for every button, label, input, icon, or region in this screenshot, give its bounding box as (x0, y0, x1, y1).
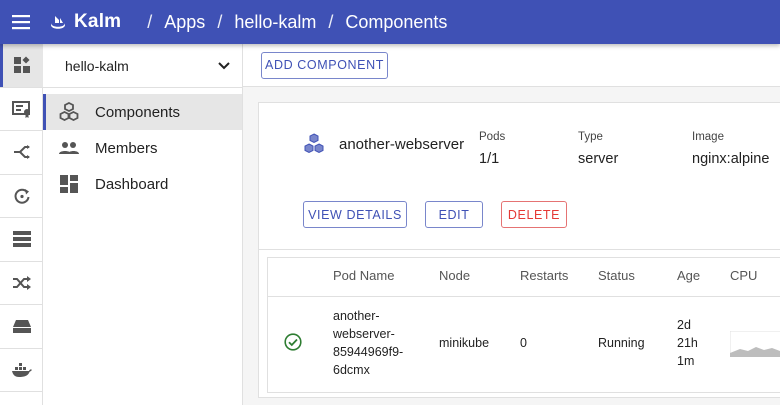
app-selector[interactable]: hello-kalm (43, 44, 242, 88)
rail-item-storage[interactable] (0, 305, 43, 349)
cubes-icon (59, 102, 79, 122)
pod-name-line: webserver- (333, 327, 395, 341)
delete-button[interactable]: DELETE (501, 201, 567, 228)
component-cubes-icon (304, 133, 324, 154)
edit-button[interactable]: EDIT (425, 201, 483, 228)
breadcrumb-separator: / (217, 11, 223, 32)
app-bar: Kalm / Apps / hello-kalm / Components (0, 0, 780, 44)
age-line: 2d (677, 318, 691, 332)
rail-item-apps[interactable] (0, 44, 43, 88)
component-actions: VIEW DETAILS EDIT DELETE (303, 201, 567, 228)
cpu-sparkline (730, 331, 780, 357)
breadcrumb-current: Components (345, 11, 448, 32)
column-header-restarts: Restarts (520, 268, 569, 283)
age-line: 1m (677, 354, 695, 368)
breadcrumb: / Apps / hello-kalm / Components (135, 12, 447, 33)
rail-item-sync[interactable] (0, 175, 43, 218)
column-header-status: Status (598, 268, 635, 283)
components-toolbar: ADD COMPONENT (243, 44, 780, 87)
rail-item-certificates[interactable] (0, 88, 43, 131)
icon-rail (0, 44, 43, 405)
column-header-node: Node (439, 268, 471, 283)
check-circle-icon (284, 333, 302, 351)
table-header-divider (268, 296, 780, 297)
storage-icon (12, 320, 31, 334)
app-sidebar: hello-kalm Components Members Dashboard (43, 44, 243, 405)
docker-icon (11, 362, 32, 377)
sidebar-nav: Components Members Dashboard (43, 88, 242, 202)
logo-text: Kalm (74, 11, 122, 32)
sidebar-item-label: Dashboard (95, 175, 169, 193)
rail-item-docker[interactable] (0, 349, 43, 392)
sidebar-item-label: Members (95, 139, 158, 157)
sync-icon (14, 188, 29, 204)
rail-item-nodes[interactable] (0, 218, 43, 262)
age-line: 21h (677, 336, 698, 350)
rail-item-shuffle[interactable] (0, 262, 43, 305)
apps-icon (13, 56, 30, 74)
pod-name-line: 6dcmx (333, 363, 370, 377)
pod-name-line: 85944969f9- (333, 345, 404, 359)
type-field: Type server (578, 131, 618, 167)
menu-button[interactable] (0, 0, 44, 44)
kalm-logo[interactable]: Kalm (48, 11, 121, 33)
sidebar-item-dashboard[interactable]: Dashboard (43, 166, 242, 202)
pods-field: Pods 1/1 (479, 131, 505, 167)
view-details-button[interactable]: VIEW DETAILS (303, 201, 407, 228)
main-content: ADD COMPONENT another-webserver Pods 1/1… (243, 44, 780, 405)
restarts-cell: 0 (520, 336, 527, 350)
pods-value: 1/1 (479, 151, 500, 167)
pods-table: Pod Name Node Restarts Status Age CPU an… (267, 257, 780, 393)
pod-name-cell[interactable]: another- webserver- 85944969f9- 6dcmx (333, 307, 403, 379)
column-header-pod-name: Pod Name (333, 268, 395, 283)
image-field: Image nginx:alpine (692, 131, 769, 167)
type-label: Type (578, 131, 603, 143)
chevron-down-icon (218, 61, 230, 69)
breadcrumb-separator: / (328, 11, 334, 32)
certificate-icon (11, 100, 30, 118)
breadcrumb-app[interactable]: hello-kalm (234, 12, 316, 33)
component-header: another-webserver (303, 133, 464, 155)
card-divider (259, 249, 780, 250)
type-value: server (578, 151, 619, 167)
sidebar-item-label: Components (95, 103, 181, 121)
breadcrumb-separator: / (147, 11, 153, 32)
image-label: Image (692, 131, 724, 143)
breadcrumb-apps[interactable]: Apps (164, 12, 205, 33)
kalm-logo-icon (51, 16, 65, 29)
add-component-button[interactable]: ADD COMPONENT (261, 51, 388, 79)
dashboard-icon (59, 174, 79, 194)
menu-icon (12, 15, 30, 30)
component-name[interactable]: another-webserver (339, 136, 464, 153)
routes-icon (13, 145, 30, 160)
column-header-cpu: CPU (730, 268, 758, 283)
column-header-age: Age (677, 268, 701, 283)
node-cell: minikube (439, 336, 490, 350)
people-icon (59, 138, 79, 158)
pods-label: Pods (479, 131, 506, 143)
pod-name-line: another- (333, 309, 380, 323)
sidebar-item-members[interactable]: Members (43, 130, 242, 166)
shuffle-icon (12, 275, 31, 290)
image-value: nginx:alpine (692, 151, 770, 167)
sidebar-item-components[interactable]: Components (43, 94, 242, 130)
component-card: another-webserver Pods 1/1 Type server I… (258, 102, 780, 398)
rail-item-routes[interactable] (0, 131, 43, 175)
age-cell: 2d 21h 1m (677, 316, 698, 370)
status-cell: Running (598, 336, 645, 350)
nodes-icon (12, 231, 31, 248)
app-selector-value: hello-kalm (65, 57, 129, 74)
